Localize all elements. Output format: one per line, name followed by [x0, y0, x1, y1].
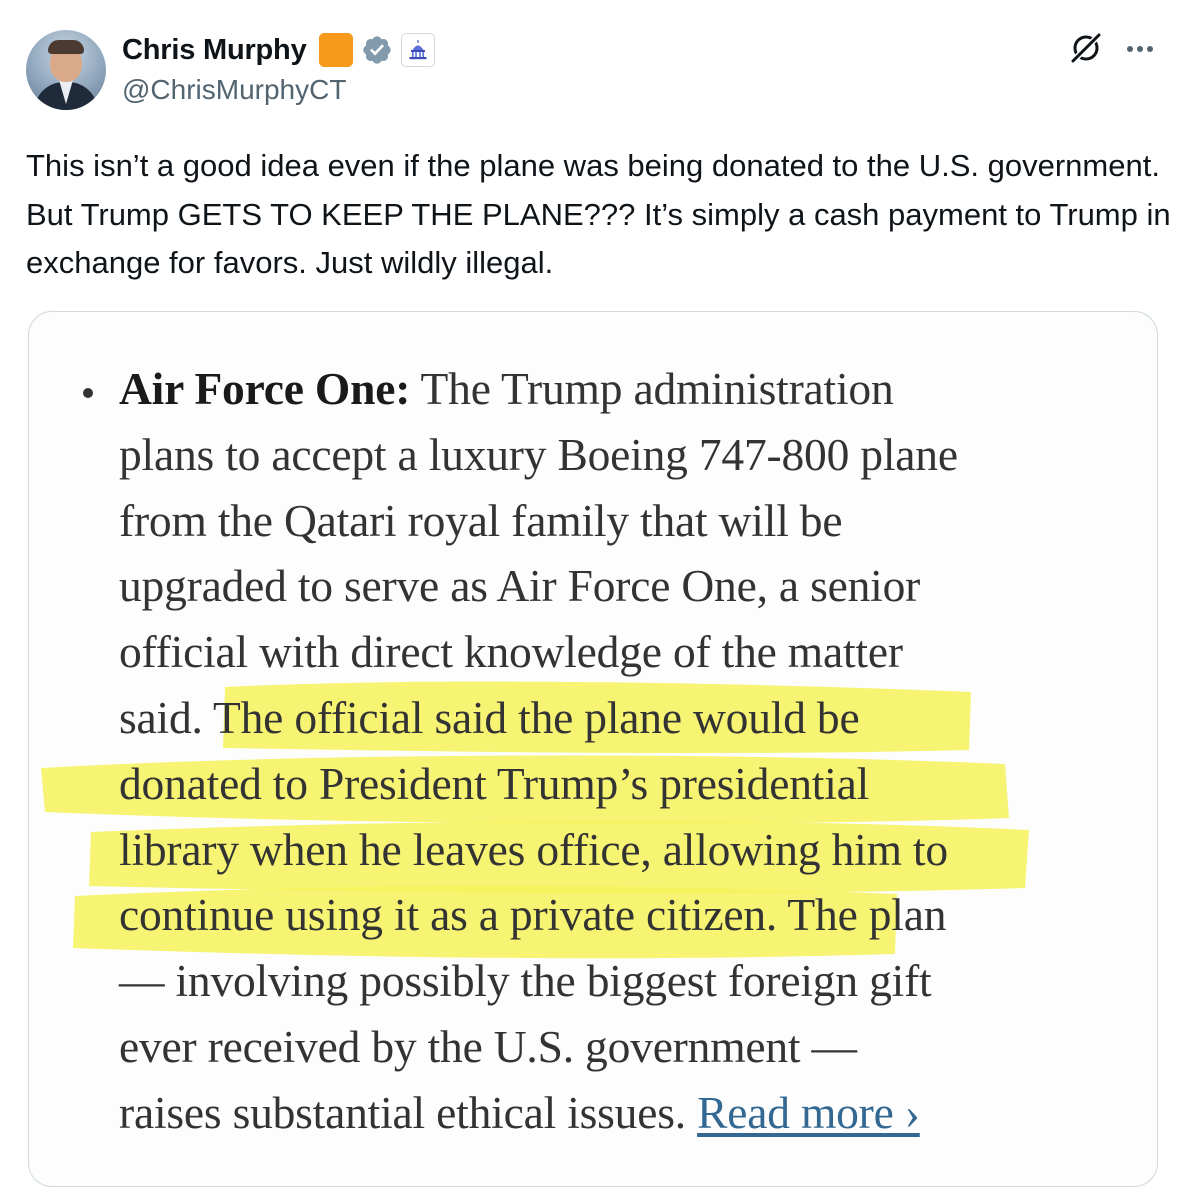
article-lead: Air Force One:	[119, 363, 411, 414]
article-line: upgraded to serve as Air Force One, a se…	[119, 560, 921, 612]
avatar[interactable]	[26, 30, 106, 110]
article-excerpt: Air Force One: The Trump administration …	[119, 356, 1129, 1146]
article-line: said.	[119, 691, 203, 743]
author-name-row: Chris Murphy	[122, 30, 435, 70]
article-line: The Trump administration	[420, 363, 894, 414]
capitol-building-icon[interactable]	[400, 33, 435, 67]
verified-badge-icon[interactable]	[361, 34, 393, 66]
article-line: raises substantial ethical issues.	[119, 1086, 686, 1138]
tweet-post: Chris Murphy @ChrisMurphyCT This isn’t a…	[0, 0, 1202, 1200]
highlighted-text: The official said the plane would be	[213, 691, 860, 743]
read-more-link[interactable]: Read more ›	[697, 1087, 920, 1138]
article-screenshot-card[interactable]: Air Force One: The Trump administration …	[28, 311, 1158, 1187]
highlighted-text: library when he leaves office, allowing …	[119, 823, 948, 875]
author-display-name[interactable]: Chris Murphy	[122, 34, 307, 67]
more-options-icon[interactable]	[1122, 34, 1158, 64]
article-line: plans to accept a luxury Boeing 747-800 …	[119, 428, 958, 480]
orange-square-badge-icon	[318, 33, 353, 67]
article-line: ever received by the U.S. government —	[119, 1020, 857, 1072]
article-line: The plan	[787, 889, 947, 941]
article-line: — involving possibly the biggest foreign…	[119, 955, 932, 1007]
list-bullet	[83, 388, 93, 398]
author-handle[interactable]: @ChrisMurphyCT	[122, 74, 346, 106]
highlighted-text: continue using it as a private citizen.	[119, 889, 778, 941]
article-line: official with direct knowledge of the ma…	[119, 626, 903, 678]
article-line: from the Qatari royal family that will b…	[119, 494, 843, 546]
highlighted-text: donated to President Trump’s presidentia…	[119, 757, 870, 809]
capitol-glyph-icon	[409, 40, 426, 60]
grok-icon[interactable]	[1068, 30, 1104, 66]
tweet-text: This isn’t a good idea even if the plane…	[26, 148, 1171, 280]
